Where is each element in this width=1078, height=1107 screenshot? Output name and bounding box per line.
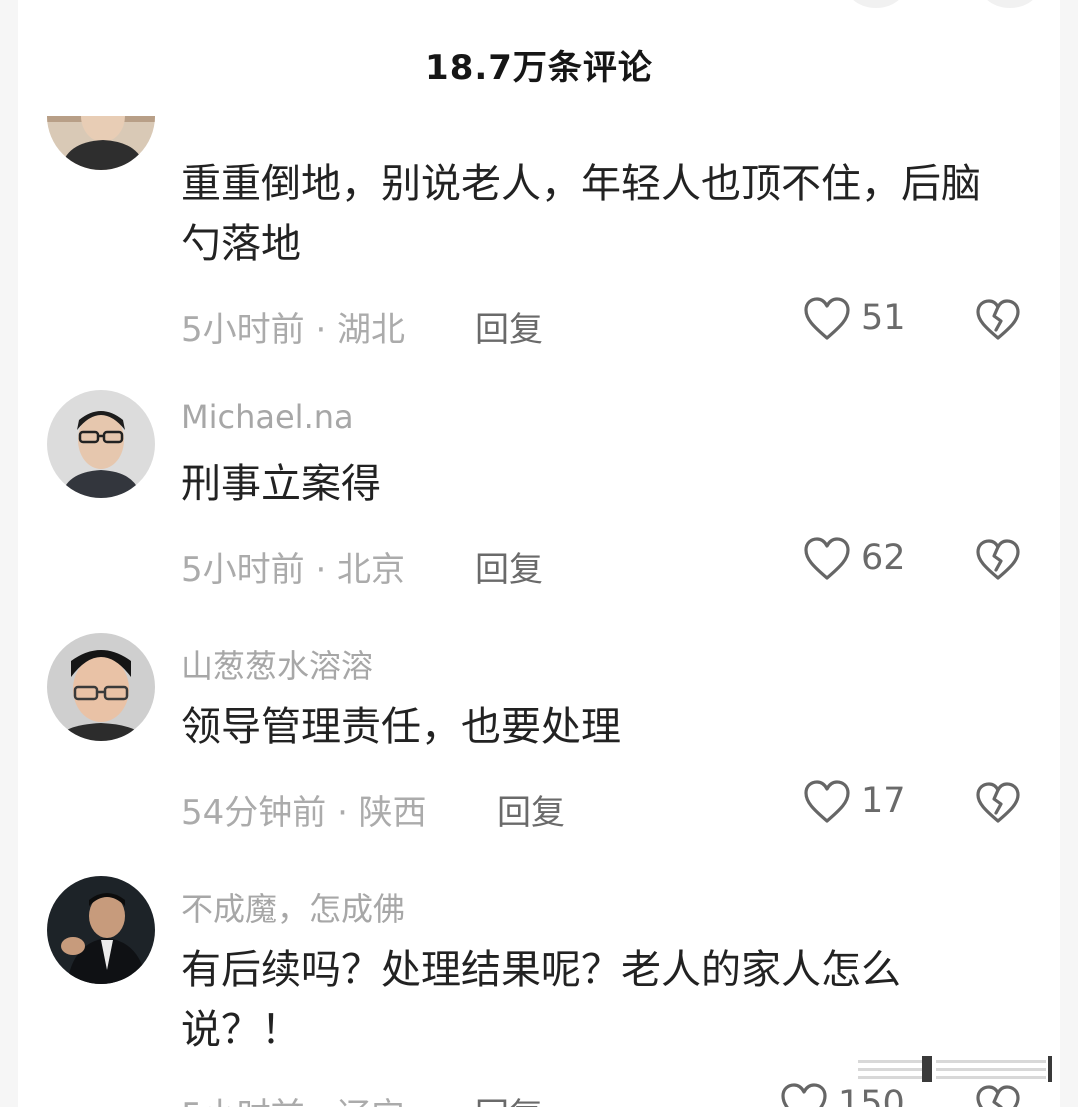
avatar-image bbox=[47, 876, 155, 984]
comment-username[interactable]: Michael.na bbox=[181, 398, 354, 436]
reply-button[interactable]: 回复 bbox=[475, 1088, 543, 1107]
comment-text: 有后续吗？处理结果呢？老人的家人怎么说？！ bbox=[181, 947, 901, 1053]
avatar[interactable] bbox=[47, 633, 155, 741]
reply-button[interactable]: 回复 bbox=[497, 785, 565, 834]
avatar[interactable] bbox=[47, 390, 155, 498]
comment-username[interactable]: 山葱葱水溶溶 bbox=[181, 641, 373, 687]
comment-meta: 5小时前 · 北京 bbox=[181, 550, 406, 590]
broken-heart-icon[interactable] bbox=[975, 1084, 1021, 1107]
like-count: 51 bbox=[861, 298, 906, 338]
avatar[interactable] bbox=[47, 876, 155, 984]
heart-outline-icon bbox=[804, 297, 850, 340]
comment-list[interactable]: 重重倒地，别说老人，年轻人也顶不住，后脑勺落地 5小时前 · 湖北 回复 51 bbox=[0, 116, 1078, 1107]
comment-item: 重重倒地，别说老人，年轻人也顶不住，后脑勺落地 5小时前 · 湖北 回复 51 bbox=[0, 116, 1078, 362]
comment-item: Michael.na 刑事立案得 5小时前 · 北京 回复 62 bbox=[0, 390, 1078, 620]
reply-button[interactable]: 回复 bbox=[475, 542, 543, 591]
comment-text: 领导管理责任，也要处理 bbox=[181, 704, 621, 750]
comment-meta: 54分钟前 · 陕西 bbox=[181, 793, 427, 833]
avatar-image bbox=[47, 390, 155, 498]
heart-outline-icon bbox=[804, 537, 850, 580]
comment-item: 山葱葱水溶溶 领导管理责任，也要处理 54分钟前 · 陕西 回复 17 bbox=[0, 633, 1078, 863]
like-count: 62 bbox=[861, 538, 906, 578]
avatar[interactable] bbox=[47, 116, 155, 170]
reply-button[interactable]: 回复 bbox=[475, 302, 543, 351]
like-count: 150 bbox=[838, 1084, 905, 1107]
comment-text: 刑事立案得 bbox=[181, 461, 381, 507]
avatar-image bbox=[47, 633, 155, 741]
broken-heart-icon[interactable] bbox=[975, 781, 1021, 825]
avatar-image bbox=[47, 116, 155, 170]
comment-meta: 5小时前 · 湖北 bbox=[181, 310, 406, 350]
like-count: 17 bbox=[861, 781, 906, 821]
top-bar-button[interactable] bbox=[980, 0, 1040, 8]
broken-heart-icon[interactable] bbox=[975, 298, 1021, 342]
heart-outline-icon bbox=[804, 780, 850, 823]
broken-heart-icon[interactable] bbox=[975, 538, 1021, 582]
comment-count-title: 18.7万条评论 bbox=[425, 48, 653, 88]
comment-text: 重重倒地，别说老人，年轻人也顶不住，后脑勺落地 bbox=[181, 161, 981, 267]
watermark-icon bbox=[858, 1056, 1052, 1082]
top-bar-button[interactable] bbox=[846, 0, 906, 8]
comment-username[interactable]: 不成魔，怎成佛 bbox=[181, 884, 405, 930]
heart-outline-icon bbox=[781, 1083, 827, 1107]
comment-meta: 5小时前 · 辽宁 bbox=[181, 1088, 405, 1107]
